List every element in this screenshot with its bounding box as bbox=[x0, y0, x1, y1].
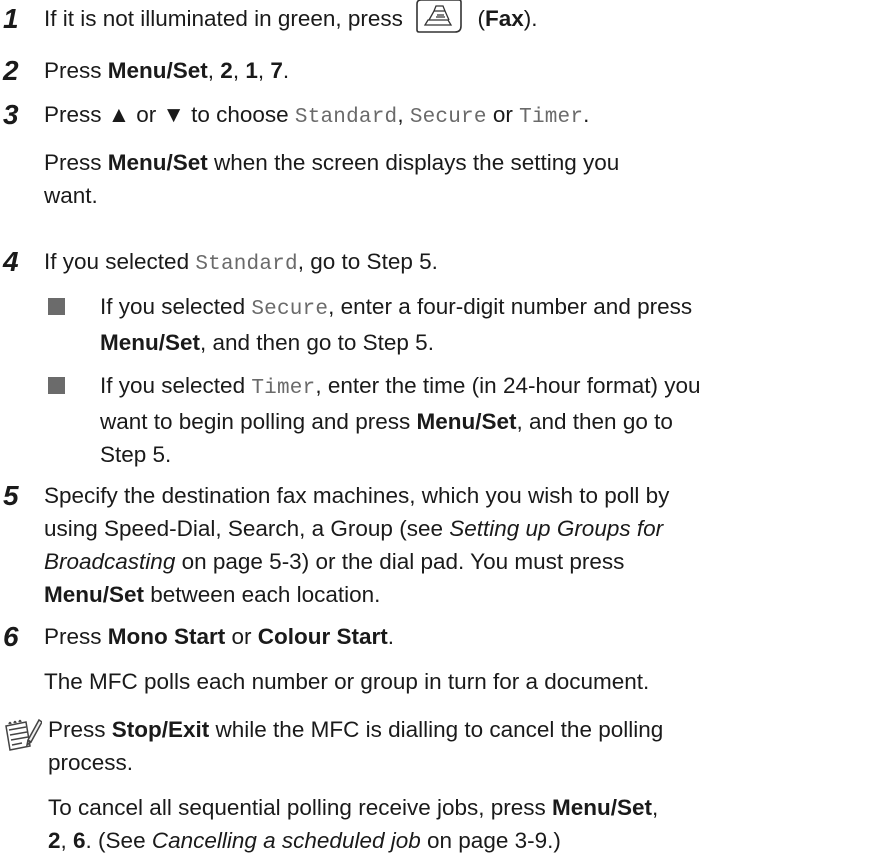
bullet-square-icon bbox=[48, 298, 65, 315]
bullet-square-icon bbox=[48, 377, 65, 394]
cross-reference: Setting up Groups for bbox=[449, 516, 664, 541]
fax-button-icon bbox=[415, 0, 463, 34]
menu-set-key: Menu/Set bbox=[100, 330, 201, 355]
cross-reference: Broadcasting bbox=[44, 549, 176, 574]
menu-set-key: Menu/Set bbox=[107, 150, 208, 175]
mono-start-key: Mono Start bbox=[107, 624, 226, 649]
step-number: 1 bbox=[3, 3, 19, 34]
step-number: 6 bbox=[3, 621, 19, 652]
step-number: 2 bbox=[3, 55, 19, 86]
step-number: 5 bbox=[3, 480, 19, 511]
menu-set-key: Menu/Set bbox=[107, 58, 208, 83]
menu-set-key: Menu/Set bbox=[416, 409, 517, 434]
notepad-pencil-icon bbox=[2, 716, 43, 756]
step-text: If it is not illuminated in green, press bbox=[44, 6, 403, 31]
step-number: 3 bbox=[3, 99, 19, 130]
cross-reference: Cancelling a scheduled job bbox=[151, 828, 421, 853]
note-block: Press Stop/Exit while the MFC is diallin… bbox=[48, 717, 664, 853]
menu-set-key: Menu/Set bbox=[552, 795, 653, 820]
stop-exit-key: Stop/Exit bbox=[111, 717, 210, 742]
fax-key-label: Fax bbox=[484, 6, 524, 31]
step-number: 4 bbox=[3, 246, 19, 277]
colour-start-key: Colour Start bbox=[257, 624, 388, 649]
menu-set-key: Menu/Set bbox=[44, 582, 145, 607]
